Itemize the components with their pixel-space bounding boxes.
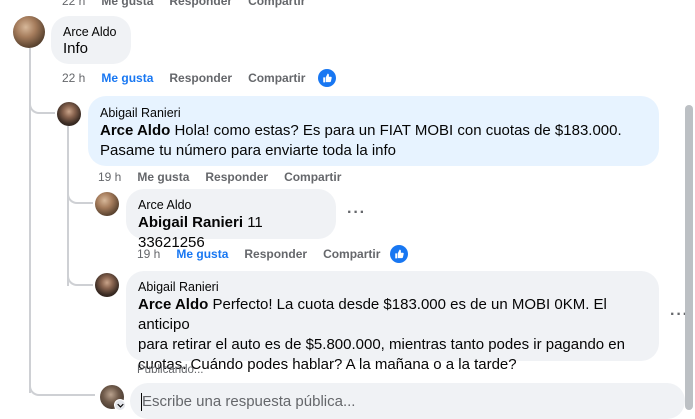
comment-bubble-2: Abigail Ranieri Arce Aldo Hola! como est… <box>88 96 659 166</box>
thread-elbow-reply3 <box>67 270 93 286</box>
reply-input[interactable] <box>130 383 685 419</box>
comment-time: 19 h <box>137 247 161 261</box>
reply-button[interactable]: Responder <box>244 247 307 261</box>
reply-composer[interactable] <box>130 383 685 419</box>
comment-author[interactable]: Abigail Ranieri <box>138 279 647 295</box>
comment-author[interactable]: Arce Aldo <box>63 24 119 40</box>
comment-author[interactable]: Arce Aldo <box>138 197 324 213</box>
comment-text-line2: Pasame tu número para enviarte toda la i… <box>100 142 397 159</box>
like-button[interactable]: Me gusta <box>137 170 189 184</box>
comment-actions-3: 19 h Me gusta Responder Compartir <box>137 247 396 261</box>
avatar-dropdown-chevron-icon[interactable] <box>114 399 126 411</box>
avatar-abigail-ranieri[interactable] <box>57 102 81 126</box>
thread-elbow-reply2 <box>67 190 93 204</box>
top-like-button[interactable]: Me gusta <box>101 0 153 8</box>
comment-text: Info <box>63 40 89 57</box>
comment-bubble-3: Arce Aldo Abigail Ranieri 11 33621256 <box>126 189 336 251</box>
more-options-icon[interactable]: ··· <box>347 204 366 222</box>
thread-elbow-composer <box>29 378 95 396</box>
top-comment-actions: 22 h Me gusta Responder Compartir <box>62 0 321 8</box>
comment-bubble-4: Abigail Ranieri Arce Aldo Perfecto! La c… <box>126 271 659 373</box>
like-button[interactable]: Me gusta <box>101 71 153 85</box>
comment-time: 19 h <box>98 170 122 184</box>
mention-link[interactable]: Arce Aldo <box>100 122 170 139</box>
top-share-button[interactable]: Compartir <box>248 0 305 8</box>
thread-elbow-reply1 <box>29 96 55 114</box>
avatar-abigail-ranieri-small[interactable] <box>95 273 119 297</box>
like-reaction-icon[interactable] <box>318 69 336 87</box>
like-reaction-icon[interactable] <box>390 245 408 263</box>
share-button[interactable]: Compartir <box>248 71 305 85</box>
comment-author[interactable]: Abigail Ranieri <box>100 105 647 121</box>
reply-button[interactable]: Responder <box>169 71 232 85</box>
avatar-arce-aldo-small[interactable] <box>95 192 119 216</box>
share-button[interactable]: Compartir <box>284 170 341 184</box>
avatar-arce-aldo[interactable] <box>13 16 45 48</box>
comment-text-line2: para retirar el auto es de $5.800.000, m… <box>138 336 625 353</box>
top-time: 22 h <box>62 0 86 8</box>
like-button[interactable]: Me gusta <box>176 247 228 261</box>
comment-time: 22 h <box>62 71 86 85</box>
mention-link[interactable]: Abigail Ranieri <box>138 214 243 231</box>
comment-text-line1: Arce Aldo Perfecto! La cuota desde $183.… <box>138 296 607 333</box>
text-caret <box>141 393 142 411</box>
comment-text-line3: cuotas. Cuándo podes hablar? A la mañana… <box>138 356 517 373</box>
comment-actions-2: 19 h Me gusta Responder Compartir <box>98 170 357 184</box>
top-reply-button[interactable]: Responder <box>169 0 232 8</box>
reply-button[interactable]: Responder <box>205 170 268 184</box>
publishing-indicator: Publicando... <box>137 364 204 376</box>
mention-link[interactable]: Arce Aldo <box>138 296 208 313</box>
comment-actions-1: 22 h Me gusta Responder Compartir <box>62 71 321 85</box>
comment-bubble-1: Arce Aldo Info <box>51 16 131 64</box>
comment-text-line1: Arce Aldo Hola! como estas? Es para un F… <box>100 122 622 139</box>
scrollbar-thumb[interactable] <box>685 105 693 410</box>
thread-line-nested <box>67 126 69 286</box>
share-button[interactable]: Compartir <box>323 247 380 261</box>
